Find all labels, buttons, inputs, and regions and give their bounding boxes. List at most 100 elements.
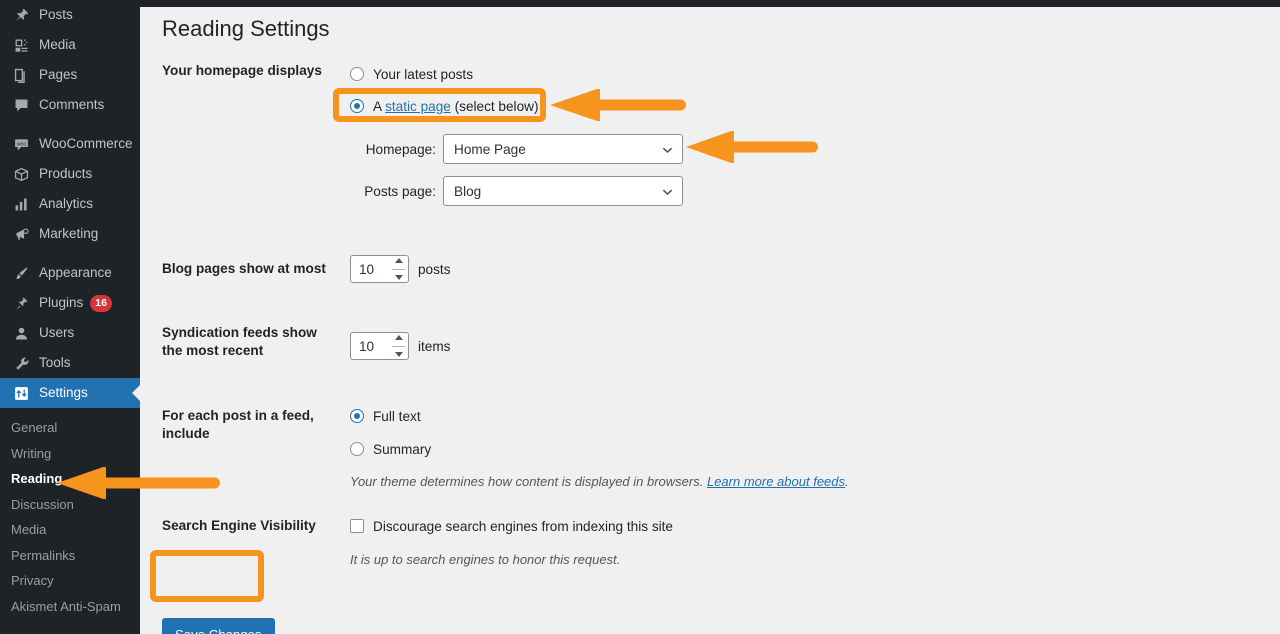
submenu-item-discussion[interactable]: Discussion bbox=[0, 492, 140, 518]
main-content: Reading Settings Your homepage displays … bbox=[140, 7, 1280, 634]
feed-note-period: . bbox=[845, 474, 849, 489]
sidebar-item-marketing[interactable]: Marketing bbox=[0, 219, 140, 249]
chevron-down-icon bbox=[662, 144, 673, 155]
homepage-select[interactable]: Home Page bbox=[443, 134, 683, 164]
radio-latest-posts-label: Your latest posts bbox=[373, 66, 474, 82]
syndication-field: 10 items bbox=[350, 332, 1242, 360]
sidebar-item-label: Plugins bbox=[39, 295, 84, 311]
radio-summary[interactable]: Summary bbox=[350, 438, 1242, 460]
radio-full-text-label: Full text bbox=[373, 408, 421, 424]
sidebar-item-settings[interactable]: Settings bbox=[0, 378, 140, 408]
radio-full-text[interactable]: Full text bbox=[350, 405, 1242, 427]
submenu-item-akismet-anti-spam[interactable]: Akismet Anti-Spam bbox=[0, 594, 140, 620]
checkbox-discourage-search-engines[interactable]: Discourage search engines from indexing … bbox=[350, 515, 1242, 537]
posts-page-select-label: Posts page: bbox=[364, 183, 436, 199]
sidebar-item-label: WooCommerce bbox=[39, 136, 133, 152]
sidebar-item-label: Comments bbox=[39, 97, 105, 113]
sidebar-item-analytics[interactable]: Analytics bbox=[0, 189, 140, 219]
screen: Posts Media Pages Comments woo WooCommer… bbox=[0, 0, 1280, 634]
stepper-down-icon[interactable] bbox=[394, 352, 403, 357]
posts-page-select-row: Posts page: Blog bbox=[350, 176, 1242, 206]
blog-pages-value: 10 bbox=[359, 261, 375, 277]
sidebar-item-users[interactable]: Users bbox=[0, 318, 140, 348]
chevron-down-icon bbox=[662, 186, 673, 197]
settings-submenu: General Writing Reading Discussion Media… bbox=[0, 408, 140, 619]
stepper-divider bbox=[392, 345, 405, 347]
radio-summary-label: Summary bbox=[373, 441, 432, 457]
sidebar-item-plugins[interactable]: Plugins 16 bbox=[0, 288, 140, 318]
admin-bar bbox=[0, 0, 1280, 7]
sidebar-item-appearance[interactable]: Appearance bbox=[0, 258, 140, 288]
radio-full-text-control[interactable] bbox=[350, 409, 364, 423]
sidebar-item-posts[interactable]: Posts bbox=[0, 0, 140, 30]
stepper-up-icon[interactable] bbox=[394, 258, 403, 263]
submenu-item-writing[interactable]: Writing bbox=[0, 441, 140, 467]
discourage-checkbox-control[interactable] bbox=[350, 519, 364, 533]
settings-sliders-icon bbox=[11, 383, 31, 403]
plugins-plug-icon bbox=[11, 293, 31, 313]
homepage-select-value: Home Page bbox=[454, 141, 526, 157]
appearance-brush-icon bbox=[11, 263, 31, 283]
sidebar-item-products[interactable]: Products bbox=[0, 159, 140, 189]
radio-latest-posts[interactable]: Your latest posts bbox=[350, 63, 1242, 85]
submenu-item-general[interactable]: General bbox=[0, 415, 140, 441]
tools-wrench-icon bbox=[11, 353, 31, 373]
homepage-select-label: Homepage: bbox=[365, 141, 436, 157]
row-syndication-feeds: Syndication feeds show the most recent 1… bbox=[162, 319, 1242, 383]
row-blog-pages: Blog pages show at most 10 posts bbox=[162, 255, 1242, 319]
submenu-item-media[interactable]: Media bbox=[0, 517, 140, 543]
sidebar-item-comments[interactable]: Comments bbox=[0, 90, 140, 120]
comment-icon bbox=[11, 95, 31, 115]
radio-summary-control[interactable] bbox=[350, 442, 364, 456]
analytics-bars-icon bbox=[11, 194, 31, 214]
plugins-update-badge: 16 bbox=[90, 294, 112, 312]
sidebar-item-media[interactable]: Media bbox=[0, 30, 140, 60]
radio-latest-posts-control[interactable] bbox=[350, 67, 364, 81]
discourage-checkbox-label: Discourage search engines from indexing … bbox=[373, 518, 673, 534]
submenu-item-privacy[interactable]: Privacy bbox=[0, 568, 140, 594]
sidebar-item-label: Pages bbox=[39, 67, 78, 83]
submenu-item-permalinks[interactable]: Permalinks bbox=[0, 543, 140, 569]
pin-icon bbox=[11, 5, 31, 25]
sidebar-item-woocommerce[interactable]: woo WooCommerce bbox=[0, 129, 140, 159]
sidebar-item-label: Posts bbox=[39, 7, 73, 23]
posts-page-select[interactable]: Blog bbox=[443, 176, 683, 206]
row-search-engine-visibility: Search Engine Visibility Discourage sear… bbox=[162, 515, 1242, 585]
blog-pages-input[interactable]: 10 bbox=[350, 255, 409, 283]
page-title: Reading Settings bbox=[162, 16, 330, 41]
syndication-input[interactable]: 10 bbox=[350, 332, 409, 360]
stepper-down-icon[interactable] bbox=[394, 275, 403, 280]
learn-more-about-feeds-link[interactable]: Learn more about feeds bbox=[707, 474, 845, 489]
static-page-link[interactable]: static page bbox=[385, 99, 451, 114]
feed-note: Your theme determines how content is dis… bbox=[350, 472, 1242, 492]
static-suffix-text: (select below) bbox=[450, 98, 539, 114]
sidebar-item-label: Users bbox=[39, 325, 75, 341]
syndication-stepper[interactable] bbox=[392, 335, 405, 357]
radio-static-page-control[interactable] bbox=[350, 99, 364, 113]
radio-static-page[interactable]: A static page (select below) bbox=[350, 95, 1242, 117]
sidebar-item-pages[interactable]: Pages bbox=[0, 60, 140, 90]
submenu-item-reading[interactable]: Reading bbox=[0, 466, 140, 492]
products-box-icon bbox=[11, 164, 31, 184]
save-changes-button[interactable]: Save Changes bbox=[162, 618, 275, 634]
blog-pages-stepper[interactable] bbox=[392, 258, 405, 280]
users-icon bbox=[11, 323, 31, 343]
feed-note-text: Your theme determines how content is dis… bbox=[350, 474, 707, 489]
pages-icon bbox=[11, 65, 31, 85]
search-visibility-note: It is up to search engines to honor this… bbox=[350, 552, 621, 567]
sidebar-item-label: Media bbox=[39, 37, 76, 53]
radio-static-page-label: A static page (select below) bbox=[373, 99, 538, 114]
sidebar-item-tools[interactable]: Tools bbox=[0, 348, 140, 378]
marketing-megaphone-icon bbox=[11, 224, 31, 244]
svg-text:woo: woo bbox=[16, 141, 26, 147]
label-syndication-feeds: Syndication feeds show the most recent bbox=[162, 325, 317, 359]
menu-separator bbox=[0, 249, 140, 258]
syndication-value: 10 bbox=[359, 338, 375, 354]
sidebar-item-label: Tools bbox=[39, 355, 71, 371]
label-homepage-displays: Your homepage displays bbox=[162, 63, 322, 78]
woocommerce-icon: woo bbox=[11, 134, 31, 154]
stepper-up-icon[interactable] bbox=[394, 335, 403, 340]
row-homepage-displays: Your homepage displays Your latest posts… bbox=[162, 62, 1242, 207]
blog-pages-unit: posts bbox=[418, 261, 451, 277]
menu-separator bbox=[0, 120, 140, 129]
